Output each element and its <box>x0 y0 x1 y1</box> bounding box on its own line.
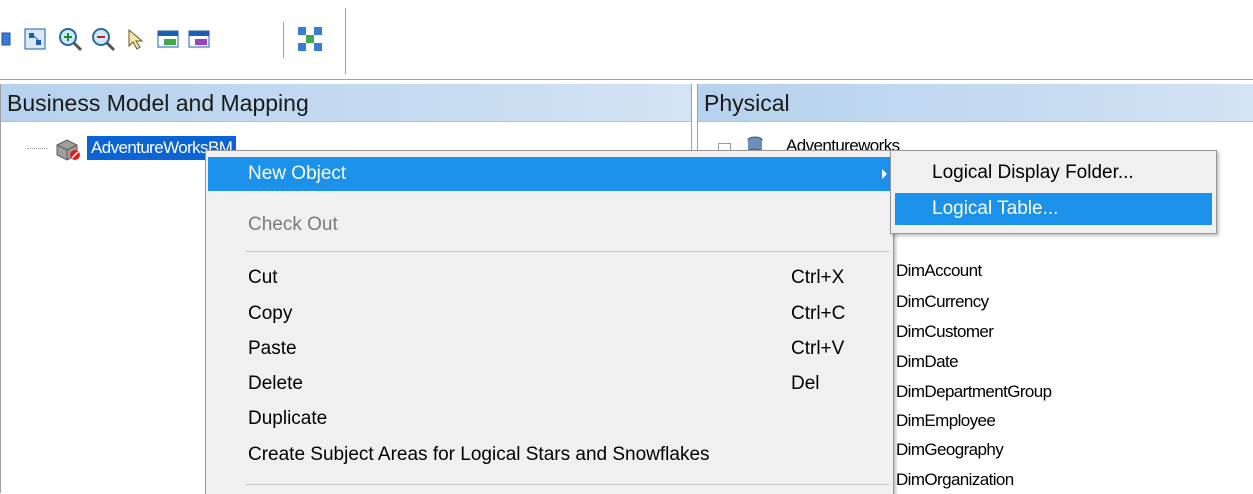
menu-item-label: Cut <box>248 267 278 288</box>
menu-item-label: Check Out <box>248 214 338 235</box>
menu-item-delete[interactable]: Delete Del <box>208 367 891 401</box>
menu-item-label: Create Subject Areas for Logical Stars a… <box>248 444 710 465</box>
tree-item-table[interactable]: DimDepartmentGroup <box>896 382 1052 402</box>
menu-separator <box>246 251 889 252</box>
table-icon[interactable] <box>155 26 181 52</box>
submenu-item-label: Logical Table... <box>932 198 1059 219</box>
tree-item-table[interactable]: DimOrganization <box>896 470 1014 490</box>
partial-tool-icon[interactable] <box>0 26 20 52</box>
menu-item-shortcut: Ctrl+C <box>791 303 846 324</box>
zoom-in-icon[interactable] <box>57 26 83 52</box>
menu-item-copy[interactable]: Copy Ctrl+C <box>208 297 891 331</box>
tree-item-table[interactable]: DimDate <box>896 352 959 372</box>
business-model-icon <box>53 137 83 166</box>
submenu-item-logical-table[interactable]: Logical Table... <box>895 193 1212 225</box>
menu-separator <box>246 484 889 485</box>
submenu-item-logical-display-folder[interactable]: Logical Display Folder... <box>895 157 1212 189</box>
toolbar-separator <box>283 22 287 58</box>
toolbar-divider <box>0 79 1253 80</box>
menu-item-shortcut: Del <box>791 373 820 394</box>
tree-item-table[interactable]: DimEmployee <box>896 411 996 431</box>
tree-item-table[interactable]: DimGeography <box>896 440 1004 460</box>
select-icon[interactable] <box>123 26 149 52</box>
submenu-arrow-icon <box>882 169 887 179</box>
layout-icon[interactable] <box>22 26 48 52</box>
pane-title: Physical <box>698 84 1253 122</box>
menu-item-check-out: Check Out <box>208 208 891 242</box>
menu-item-create-subject-areas[interactable]: Create Subject Areas for Logical Stars a… <box>208 438 891 472</box>
tree-connector <box>27 148 47 149</box>
menu-item-label: Duplicate <box>248 408 328 429</box>
tree-item-table[interactable]: DimCustomer <box>896 322 994 342</box>
zoom-out-icon[interactable] <box>90 26 116 52</box>
tree-item-table[interactable]: DimCurrency <box>896 292 989 312</box>
menu-item-label: Paste <box>248 338 297 359</box>
diagram-icon[interactable] <box>296 26 322 52</box>
new-object-submenu: Logical Display Folder... Logical Table.… <box>890 150 1217 234</box>
menu-item-new-object[interactable]: New Object <box>208 157 891 191</box>
tree-item-table[interactable]: DimAccount <box>896 261 982 281</box>
menu-item-paste[interactable]: Paste Ctrl+V <box>208 332 891 366</box>
submenu-item-label: Logical Display Folder... <box>932 162 1134 183</box>
table-join-icon[interactable] <box>186 26 212 52</box>
toolbar <box>0 0 1253 80</box>
menu-item-shortcut: Ctrl+V <box>791 338 845 359</box>
menu-item-label: Copy <box>248 303 293 324</box>
menu-item-duplicate[interactable]: Duplicate <box>208 402 891 436</box>
menu-item-cut[interactable]: Cut Ctrl+X <box>208 261 891 295</box>
menu-item-label: New Object <box>248 163 347 184</box>
menu-item-label: Delete <box>248 373 303 394</box>
menu-item-shortcut: Ctrl+X <box>791 267 845 288</box>
pane-title: Business Model and Mapping <box>1 84 691 122</box>
context-menu: New Object Check Out Cut Ctrl+X Copy Ctr… <box>205 150 894 494</box>
